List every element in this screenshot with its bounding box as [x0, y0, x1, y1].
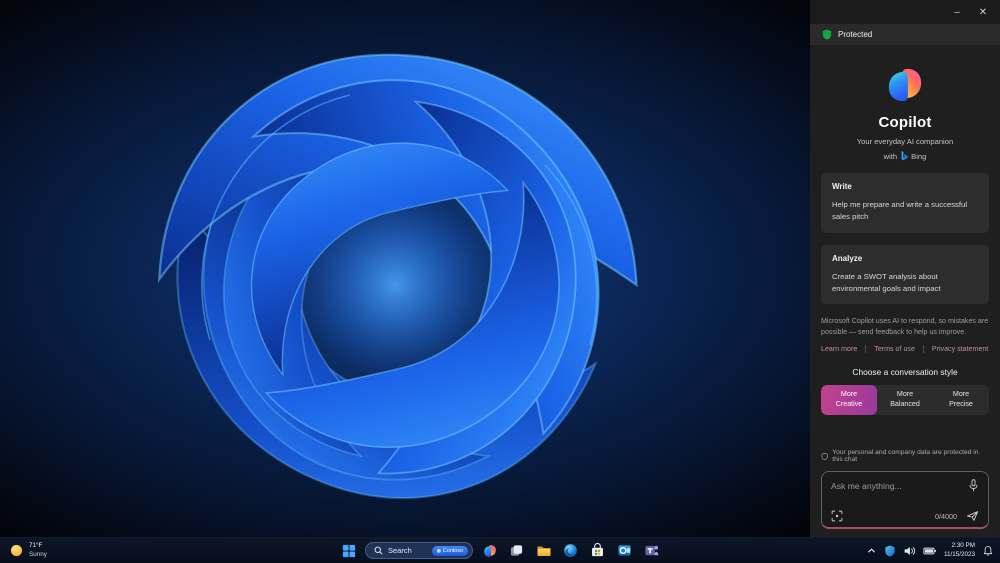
- copilot-subtitle: Your everyday AI companion: [856, 137, 954, 146]
- battery-icon[interactable]: [923, 545, 937, 557]
- copilot-panel-header: – ✕: [810, 0, 1000, 24]
- screenshot-icon[interactable]: [831, 510, 843, 522]
- taskbar-edge-button[interactable]: [560, 540, 581, 561]
- taskbar-store-button[interactable]: [587, 540, 608, 561]
- link-divider: [922, 345, 924, 354]
- link-divider: [865, 345, 867, 354]
- clock-time: 2:30 PM: [951, 541, 975, 549]
- copilot-title: Copilot: [878, 114, 932, 131]
- contoso-logo-icon: [436, 548, 441, 553]
- data-protection-note: Your personal and company data are prote…: [821, 449, 989, 463]
- suggestion-card-write[interactable]: Write Help me prepare and write a succes…: [821, 173, 989, 233]
- teams-icon: [645, 545, 659, 556]
- taskbar-file-explorer-button[interactable]: [533, 540, 554, 561]
- windows-start-icon: [342, 544, 355, 557]
- char-counter: 0/4000: [935, 511, 957, 521]
- desktop-screen: – ✕ Protected Copilot Your everyday AI c…: [0, 0, 1000, 563]
- card-text: Help me prepare and write a successful s…: [832, 200, 968, 222]
- microsoft-store-icon: [592, 543, 603, 557]
- copilot-logo: [888, 68, 922, 102]
- protected-shield-icon: [822, 29, 832, 40]
- with-label: with: [883, 151, 898, 161]
- copilot-icon: [483, 544, 496, 557]
- legal-links: Learn more Terms of use Privacy statemen…: [821, 345, 989, 354]
- close-button[interactable]: ✕: [972, 3, 994, 21]
- search-icon: [374, 546, 383, 555]
- conversation-style-selector: More Creative More Balanced More Precise: [821, 385, 989, 416]
- taskbar-search-box[interactable]: Search Contoso: [365, 542, 473, 559]
- style-more-creative[interactable]: More Creative: [821, 385, 877, 416]
- protected-label: Protected: [838, 30, 873, 39]
- security-shield-icon[interactable]: [884, 544, 896, 557]
- taskbar-teams-button[interactable]: [641, 540, 662, 561]
- style-more-balanced[interactable]: More Balanced: [877, 385, 933, 415]
- send-icon[interactable]: [966, 510, 979, 522]
- taskbar: 71°F Sunny Search Contoso 2:30 PM 11/15/…: [0, 537, 1000, 563]
- card-category: Write: [832, 182, 852, 191]
- taskbar-outlook-button[interactable]: [614, 540, 635, 561]
- task-view-icon: [510, 545, 523, 556]
- conversation-style-heading: Choose a conversation style: [852, 367, 958, 378]
- copilot-panel: – ✕ Protected Copilot Your everyday AI c…: [810, 0, 1000, 537]
- card-text: Create a SWOT analysis about environment…: [832, 271, 941, 293]
- copilot-hero: Copilot Your everyday AI companion with …: [821, 45, 989, 161]
- minimize-button[interactable]: –: [946, 3, 968, 21]
- card-category: Analyze: [832, 253, 863, 263]
- style-more-precise[interactable]: More Precise: [933, 385, 989, 415]
- edge-icon: [564, 544, 577, 557]
- protected-status-bar: Protected: [810, 24, 1000, 45]
- privacy-shield-icon: [821, 452, 828, 460]
- taskbar-copilot-button[interactable]: [479, 540, 500, 561]
- hidden-icons-chevron[interactable]: [866, 545, 877, 556]
- search-label: Search: [388, 546, 412, 555]
- taskbar-clock[interactable]: 2:30 PM 11/15/2023: [944, 542, 975, 560]
- notification-bell-icon[interactable]: [982, 545, 994, 557]
- learn-more-link[interactable]: Learn more: [821, 345, 857, 353]
- outlook-icon: [618, 545, 631, 556]
- taskbar-task-view-button[interactable]: [506, 540, 527, 561]
- bing-attribution: with Bing: [883, 151, 927, 161]
- chat-input[interactable]: [831, 480, 968, 491]
- bing-icon: [901, 151, 908, 161]
- suggestion-card-analyze[interactable]: Analyze Create a SWOT analysis about env…: [821, 244, 989, 305]
- chat-composer: 0/4000: [821, 471, 989, 529]
- bing-label: Bing: [911, 151, 927, 161]
- search-highlight-badge[interactable]: Contoso: [431, 545, 468, 556]
- terms-of-use-link[interactable]: Terms of use: [874, 345, 915, 353]
- clock-date: 11/15/2023: [943, 550, 975, 558]
- volume-icon[interactable]: [903, 545, 916, 557]
- start-button[interactable]: [338, 540, 359, 561]
- file-explorer-icon: [537, 546, 550, 556]
- ai-disclaimer: Microsoft Copilot uses AI to respond, so…: [821, 317, 989, 337]
- privacy-statement-link[interactable]: Privacy statement: [932, 345, 988, 353]
- mic-icon[interactable]: [968, 479, 979, 492]
